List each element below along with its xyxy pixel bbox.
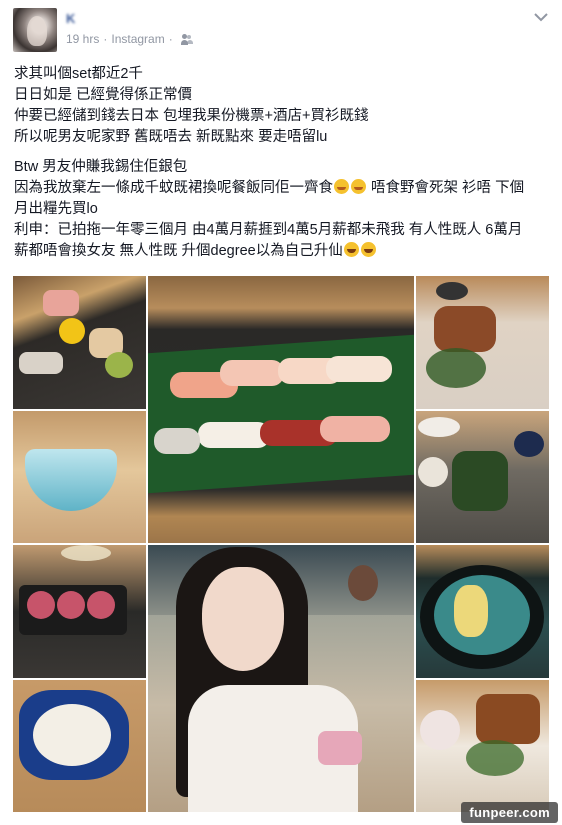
- tuna-tartare-photo[interactable]: [13, 545, 146, 678]
- tongue-out-emoji-icon: [351, 179, 366, 194]
- text-segment: 因為我放棄左一條成千蚊既裙換呢餐飯同佢一齊食: [14, 180, 333, 196]
- blue-glass-cup-photo[interactable]: [13, 411, 146, 543]
- grilled-fish-photo[interactable]: [416, 276, 549, 409]
- sashimi-plate-photo[interactable]: [13, 276, 146, 409]
- author-name[interactable]: K: [66, 11, 76, 26]
- chevron-down-icon[interactable]: [534, 12, 548, 22]
- clear-soup-bowl-photo[interactable]: [416, 545, 549, 678]
- meta-separator: ·: [103, 32, 108, 46]
- laughing-emoji-icon: [360, 242, 376, 257]
- appetizer-bowls-photo[interactable]: [416, 411, 549, 543]
- laughing-emoji-icon: [343, 242, 359, 257]
- meta-separator-2: ·: [168, 32, 173, 46]
- photo-grid: [13, 276, 549, 812]
- text-segment: 薪都唔會換女友 無人性既 升個degree以為自己升仙: [14, 243, 343, 259]
- tongue-out-emoji-icon: [334, 179, 349, 194]
- text-line: 求其叫個set都近2千: [14, 66, 143, 82]
- text-line: 日日如是 已經覺得係正常價: [14, 87, 193, 103]
- selfie-woman-photo[interactable]: [148, 545, 414, 812]
- text-line: 所以呢男友呢家野 舊既唔去 新既點來 要走唔留lu: [14, 129, 328, 145]
- friends-icon[interactable]: [180, 33, 193, 45]
- text-line: 仲要已經儲到錢去日本 包埋我果份機票+酒店+買衫既錢: [14, 108, 369, 124]
- dessert-bowl-photo[interactable]: [13, 680, 146, 812]
- paragraph-2: Btw 男友仲賺我錫住佢銀包 因為我放棄左一條成千蚊既裙換呢餐飯同佢一齊食 唔食…: [14, 157, 550, 262]
- text-line: 薪都唔會換女友 無人性既 升個degree以為自己升仙: [14, 241, 550, 262]
- text-line: 因為我放棄左一條成千蚊既裙換呢餐飯同佢一齊食 唔食野會死架 衫唔 下個: [14, 178, 550, 199]
- text-line: 利申：已拍拖一年零三個月 由4萬月薪捱到4萬5月薪都未飛我 有人性既人 6萬月: [14, 222, 523, 238]
- post-source[interactable]: Instagram: [111, 32, 164, 46]
- text-segment: 唔食野會死架 衫唔 下個: [367, 180, 525, 196]
- sushi-platter-photo[interactable]: [148, 276, 414, 543]
- timestamp[interactable]: 19 hrs: [66, 32, 99, 46]
- avatar[interactable]: [13, 8, 57, 52]
- post-text: 求其叫個set都近2千 日日如是 已經覺得係正常價 仲要已經儲到錢去日本 包埋我…: [14, 64, 550, 271]
- facebook-post: K 19 hrs · Instagram · 求其叫個set都近2千 日日如是 …: [0, 0, 562, 825]
- post-meta: 19 hrs · Instagram ·: [66, 32, 193, 46]
- watermark: funpeer.com: [461, 802, 558, 823]
- text-line: 月出糧先買lo: [14, 201, 98, 217]
- grilled-dish-photo[interactable]: [416, 680, 549, 812]
- text-line: Btw 男友仲賺我錫住佢銀包: [14, 159, 188, 175]
- paragraph-1: 求其叫個set都近2千 日日如是 已經覺得係正常價 仲要已經儲到錢去日本 包埋我…: [14, 64, 550, 148]
